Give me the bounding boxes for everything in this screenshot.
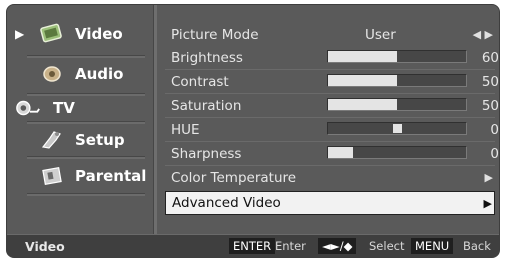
navigate-key-badge: ◄►/◆ [318, 238, 357, 254]
setup-icon [39, 129, 65, 151]
submenu-arrow-icon: ▶ [484, 171, 493, 184]
advanced-video-row[interactable]: Advanced Video ▶ [165, 191, 495, 215]
picture-mode-value: User [365, 26, 396, 43]
hue-slider[interactable] [327, 122, 467, 135]
hue-label: HUE [171, 121, 200, 138]
saturation-value: 50 [481, 97, 499, 114]
sidebar-item-setup[interactable]: Setup [13, 123, 151, 157]
sidebar-item-label: Setup [75, 131, 125, 149]
hue-row[interactable]: HUE 0 [165, 118, 499, 141]
brightness-label: Brightness [171, 49, 243, 66]
selected-arrow-icon: ▶ [15, 27, 25, 41]
menu-key-badge: MENU [411, 238, 454, 254]
parental-icon [39, 165, 65, 187]
hue-value: 0 [490, 121, 499, 138]
slider-fill [328, 147, 353, 158]
color-temperature-row[interactable]: Color Temperature ▶ [165, 166, 495, 189]
enter-hint: Enter [275, 239, 306, 253]
vertical-divider [153, 5, 157, 239]
select-hint: Select [369, 239, 405, 253]
brightness-row[interactable]: Brightness 60 [165, 46, 499, 69]
left-right-arrows-icon[interactable]: ◀ ▶ [473, 28, 493, 41]
enter-key-badge: ENTER [229, 238, 276, 254]
settings-panel: Picture Mode User ◀ ▶ Brightness 60 Cont… [158, 5, 499, 239]
sidebar-item-tv[interactable]: TV [13, 91, 151, 125]
saturation-slider[interactable] [327, 98, 467, 111]
sidebar-item-label: Parental [75, 167, 147, 185]
slider-knob[interactable] [393, 124, 402, 133]
contrast-label: Contrast [171, 73, 229, 90]
sidebar-separator [27, 193, 145, 196]
footer-title: Video [25, 239, 65, 254]
footer-bar: Video ENTER Enter ◄►/◆ Select MENU Back [7, 234, 499, 257]
contrast-slider[interactable] [327, 74, 467, 87]
brightness-value: 60 [481, 49, 499, 66]
brightness-slider[interactable] [327, 50, 467, 63]
audio-icon [39, 63, 65, 85]
picture-mode-row[interactable]: Picture Mode User ◀ ▶ [165, 23, 495, 46]
sidebar-item-label: Audio [75, 65, 124, 83]
color-temperature-label: Color Temperature [171, 169, 297, 186]
picture-mode-label: Picture Mode [171, 26, 259, 43]
submenu-arrow-icon: ▶ [483, 196, 492, 210]
sidebar: ▶ Video Audio TV Setup Parental [7, 5, 151, 239]
sidebar-item-video[interactable]: ▶ Video [13, 17, 151, 51]
sidebar-item-parental[interactable]: Parental [13, 159, 151, 193]
back-hint: Back [463, 239, 491, 253]
sidebar-item-label: TV [53, 99, 75, 117]
advanced-video-label: Advanced Video [172, 195, 281, 211]
contrast-value: 50 [481, 73, 499, 90]
saturation-row[interactable]: Saturation 50 [165, 94, 499, 117]
sidebar-item-label: Video [75, 25, 123, 43]
slider-fill [328, 75, 397, 86]
sharpness-value: 0 [490, 145, 499, 162]
slider-fill [328, 51, 397, 62]
osd-menu: ▶ Video Audio TV Setup Parental Picture … [6, 4, 500, 258]
sharpness-slider[interactable] [327, 146, 467, 159]
sidebar-item-audio[interactable]: Audio [13, 57, 151, 91]
sharpness-label: Sharpness [171, 145, 242, 162]
slider-fill [328, 99, 397, 110]
sharpness-row[interactable]: Sharpness 0 [165, 142, 499, 165]
saturation-label: Saturation [171, 97, 242, 114]
tv-icon [15, 97, 41, 119]
video-icon [39, 23, 65, 45]
contrast-row[interactable]: Contrast 50 [165, 70, 499, 93]
